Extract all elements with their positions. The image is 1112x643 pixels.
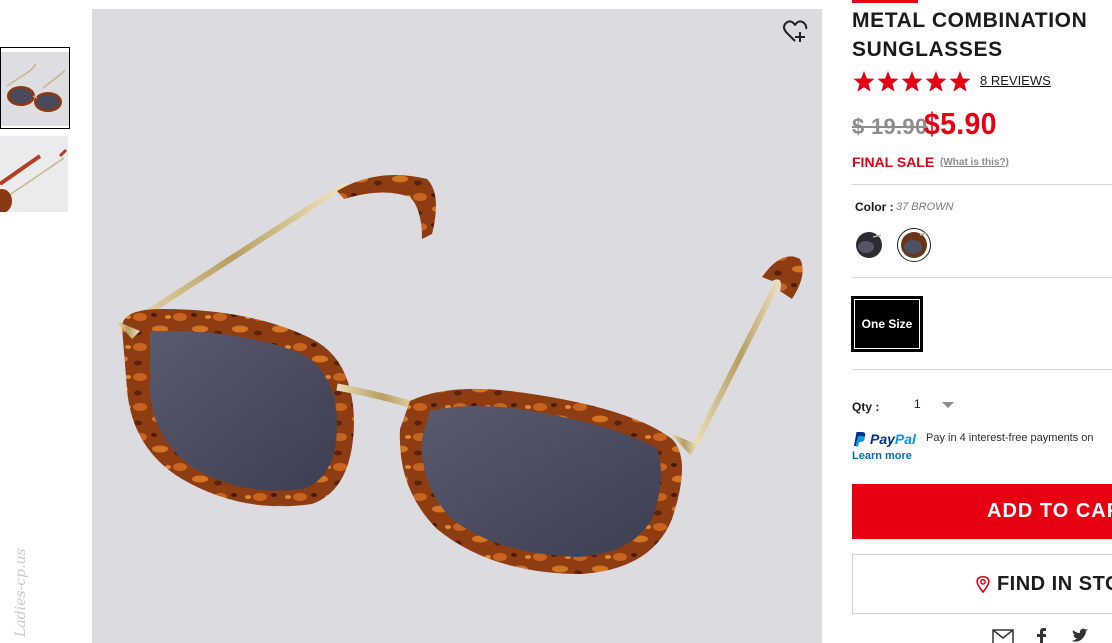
map-pin-icon [976,575,990,594]
thumbnail-1-image [1,52,69,126]
star-icon [877,71,899,92]
what-is-this-link[interactable]: (What is this?) [940,157,1009,168]
watermark: Ladies-cp.us [13,548,29,638]
paypal-pay: Pay [870,431,895,447]
paypal-logo: PayPal [852,430,916,448]
product-title: METAL COMBINATION SUNGLASSES [852,6,1112,64]
divider [852,369,1112,370]
rating-stars [852,69,972,95]
star-icon [901,71,923,92]
size-one-size-button[interactable]: One Size [851,296,923,352]
svg-text:Ladies-cp.us: Ladies-cp.us [13,548,29,638]
color-label: Color : [855,200,894,214]
reviews-link[interactable]: 8 REVIEWS [980,73,1051,88]
divider [852,184,1112,185]
swatch-black-icon [856,232,882,258]
color-swatch-black[interactable] [855,231,883,259]
star-icon [949,71,971,92]
divider [852,277,1112,278]
accent-bar [852,0,918,3]
product-title-line1: METAL COMBINATION [852,9,1088,32]
paypal-learn-more-link[interactable]: Learn more [852,450,912,462]
paypal-logo-icon [854,432,866,447]
twitter-icon[interactable] [1071,628,1089,643]
original-price: $ 19.90 [852,114,928,139]
color-swatch-brown[interactable] [897,228,931,262]
paypal-message: Pay in 4 interest-free payments on [926,432,1094,444]
sunglasses-thumbnail-icon [6,63,66,112]
facebook-icon[interactable] [1035,628,1047,643]
mail-icon[interactable] [992,628,1014,643]
star-icon [925,71,947,92]
find-in-store-label: FIND IN STO [996,572,1112,595]
quantity-label: Qty : [852,400,880,414]
sale-price: $5.90 [924,106,997,141]
product-page: Ladies-cp.us METAL COMBINATION SUNGLASSE… [0,0,1112,643]
thumbnail-2[interactable] [0,136,68,212]
sunglasses-side-thumbnail-icon [0,148,68,212]
find-in-store-button[interactable]: FIND IN STO [852,554,1112,614]
product-info-panel: METAL COMBINATION SUNGLASSES 8 REVIEWS $… [851,0,1112,643]
chevron-down-icon[interactable] [941,401,955,409]
thumbnail-1[interactable] [0,47,70,129]
quantity-select[interactable]: 1 [914,397,921,411]
color-value: 37 BROWN [896,201,954,213]
paypal-wordmark: PayPal [870,431,916,447]
star-icon [853,71,875,92]
product-title-line2: SUNGLASSES [852,38,1003,61]
final-sale-label: FINAL SALE [852,154,935,170]
heart-plus-icon[interactable] [781,18,809,46]
sunglasses-image [116,175,803,574]
add-to-cart-button[interactable]: ADD TO CAR [852,484,1112,539]
product-main-image [92,9,822,643]
swatch-brown-icon [901,232,927,258]
paypal-pal: Pal [894,431,916,447]
